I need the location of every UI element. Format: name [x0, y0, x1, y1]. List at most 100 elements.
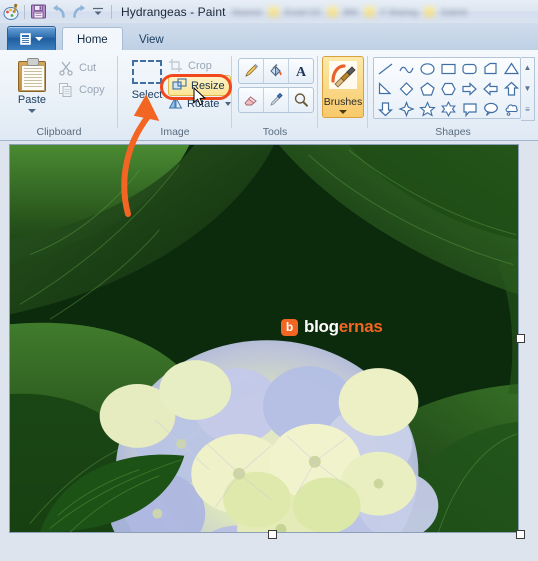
bookmark-label: Email CD — [284, 6, 321, 17]
ribbon-tab-strip: Home View — [0, 23, 538, 51]
text-tool-button[interactable]: A — [289, 59, 313, 83]
title-separator — [111, 4, 112, 19]
shapes-gallery[interactable] — [373, 57, 521, 119]
five-point-star-shape-button[interactable] — [417, 99, 438, 119]
hexagon-shape-button[interactable] — [438, 79, 459, 99]
bookmark-label: Submit — [440, 6, 468, 17]
bookmark-label: F Sharing — [380, 6, 418, 17]
six-point-star-shape-button[interactable] — [438, 99, 459, 119]
shapes-gallery-scrollbar[interactable]: ▲ ▼ ≡ — [521, 57, 535, 121]
bookmark-label: Nearest — [232, 6, 262, 17]
down-arrow-shape-button[interactable] — [375, 99, 396, 119]
image-canvas[interactable]: b blogernas — [9, 144, 519, 533]
chevron-down-icon[interactable] — [339, 110, 347, 114]
tab-view[interactable]: View — [124, 27, 179, 51]
quick-access-separator — [24, 4, 25, 19]
select-button[interactable]: Select — [124, 56, 170, 120]
pencil-tool-button[interactable] — [239, 59, 264, 83]
copy-label: Copy — [79, 84, 105, 96]
rotate-icon — [168, 96, 183, 111]
brushes-label: Brushes — [323, 96, 363, 108]
ribbon-group-shapes: ▲ ▼ ≡ Shapes — [368, 50, 538, 140]
copy-icon — [58, 82, 74, 98]
bookmark-label: BNI — [343, 6, 358, 17]
shapes-more-icon[interactable]: ≡ — [525, 105, 530, 114]
bookmark-favicon — [267, 6, 279, 17]
logo-text-accent: ernas — [338, 317, 383, 336]
up-arrow-shape-button[interactable] — [501, 79, 522, 99]
right-triangle-shape-button[interactable] — [480, 59, 501, 79]
background-browser-bookmarks-bar: Nearest Email CD BNI F Sharing Submit — [228, 0, 538, 23]
fill-bucket-tool-button[interactable] — [264, 59, 289, 83]
rectangle-shape-button[interactable] — [438, 59, 459, 79]
crop-button[interactable]: Crop — [168, 58, 212, 74]
group-label-clipboard: Clipboard — [36, 126, 82, 138]
file-menu-icon — [20, 32, 31, 45]
redo-icon[interactable] — [70, 3, 88, 21]
brushes-button[interactable]: Brushes — [322, 56, 364, 118]
scroll-down-icon[interactable]: ▼ — [524, 84, 532, 93]
scissors-icon — [58, 60, 74, 76]
ribbon-group-brushes: Brushes — [318, 50, 368, 140]
bookmark-favicon — [423, 6, 435, 17]
right-arrow-shape-button[interactable] — [459, 79, 480, 99]
line-shape-button[interactable] — [375, 59, 396, 79]
bottom-right-handle[interactable] — [516, 530, 525, 539]
bookmark-favicon — [363, 6, 375, 17]
cloud-callout-shape-button[interactable] — [501, 99, 522, 119]
scroll-up-icon[interactable]: ▲ — [524, 64, 532, 72]
resize-icon — [172, 78, 187, 93]
right-middle-handle[interactable] — [516, 334, 525, 343]
chevron-down-icon[interactable] — [28, 109, 36, 113]
ribbon-group-clipboard: Paste Cut Copy Clipboard — [0, 50, 118, 140]
hydrangea-photo — [10, 145, 518, 532]
magnifier-tool-button[interactable] — [289, 88, 313, 112]
tab-home[interactable]: Home — [62, 27, 123, 51]
copy-button[interactable]: Copy — [58, 82, 105, 98]
undo-icon[interactable] — [50, 3, 68, 21]
ribbon-group-tools: A Tools — [232, 50, 318, 140]
chevron-down-icon[interactable] — [143, 104, 151, 108]
title-bar: Nearest Email CD BNI F Sharing Submit Hy… — [0, 0, 538, 23]
eraser-tool-button[interactable] — [239, 88, 264, 112]
file-menu-button[interactable] — [7, 26, 56, 51]
ribbon-group-image: Select Crop Resize Rotate Image — [118, 50, 232, 140]
group-label-image: Image — [160, 126, 190, 138]
logo-text-primary: blog — [304, 317, 339, 336]
blogernas-logo-text: blogernas — [304, 317, 383, 337]
rounded-rectangle-shape-button[interactable] — [459, 59, 480, 79]
tools-row-top: A — [238, 58, 314, 84]
group-label-tools: Tools — [262, 126, 288, 138]
selection-marquee-icon — [132, 60, 162, 84]
crop-label: Crop — [188, 60, 212, 72]
paste-button[interactable]: Paste — [8, 56, 56, 122]
ribbon-body: Paste Cut Copy Clipboard Select Crop Res… — [0, 50, 538, 141]
oval-shape-button[interactable] — [417, 59, 438, 79]
diamond-shape-button[interactable] — [396, 79, 417, 99]
paste-label: Paste — [17, 94, 47, 106]
svg-text:A: A — [296, 65, 307, 79]
color-picker-tool-button[interactable] — [264, 88, 289, 112]
bottom-center-handle[interactable] — [268, 530, 277, 539]
blogernas-watermark: b blogernas — [281, 317, 383, 337]
clipboard-icon — [18, 58, 46, 92]
cut-button[interactable]: Cut — [58, 60, 96, 76]
left-arrow-shape-button[interactable] — [480, 79, 501, 99]
pentagon-shape-button[interactable] — [417, 79, 438, 99]
chevron-down-icon — [35, 36, 43, 41]
mouse-cursor — [193, 87, 206, 106]
rounded-callout-shape-button[interactable] — [459, 99, 480, 119]
blogernas-logo-icon: b — [281, 318, 298, 336]
select-label: Select — [131, 89, 163, 101]
group-label-shapes: Shapes — [435, 126, 471, 138]
four-point-star-shape-button[interactable] — [396, 99, 417, 119]
customize-quick-access-icon[interactable] — [90, 3, 108, 21]
oval-callout-shape-button[interactable] — [480, 99, 501, 119]
bookmark-favicon — [326, 6, 338, 17]
save-icon[interactable] — [30, 3, 48, 21]
triangle-shape-button[interactable] — [501, 59, 522, 79]
paint-logo-icon[interactable] — [3, 3, 21, 21]
curve-shape-button[interactable] — [396, 59, 417, 79]
tools-row-bottom — [238, 87, 314, 113]
diagonal-line-shape-button[interactable] — [375, 79, 396, 99]
